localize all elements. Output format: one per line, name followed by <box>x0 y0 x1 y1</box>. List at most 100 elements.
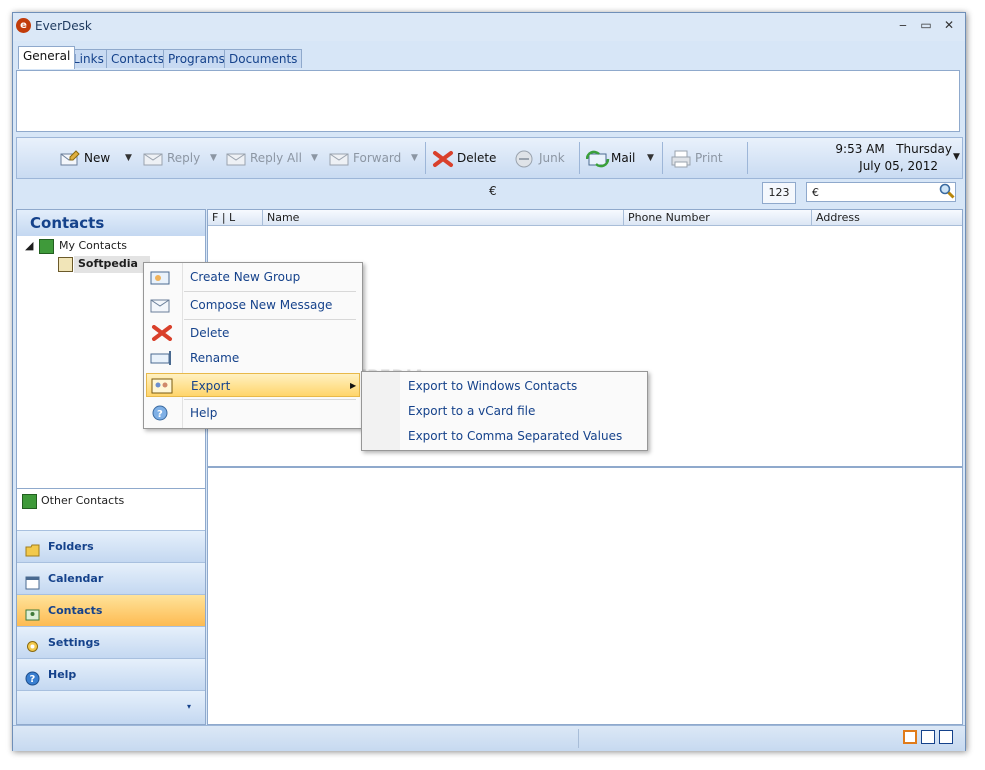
toolbar-overflow-arrow[interactable]: ▼ <box>953 152 960 162</box>
close-button[interactable]: ✕ <box>939 17 959 33</box>
menu-item-label: Create New Group <box>190 270 301 284</box>
nav-help[interactable]: ? Help <box>17 658 205 690</box>
toolbar-separator <box>579 142 580 174</box>
tree-expander-icon[interactable]: ◢ <box>25 238 33 254</box>
junk-label: Junk <box>539 151 565 165</box>
submenu-item-export-windows-contacts[interactable]: Export to Windows Contacts <box>362 374 647 398</box>
print-button[interactable]: Print <box>670 148 723 168</box>
app-logo-icon: e <box>16 18 31 33</box>
menu-item-label: Delete <box>190 326 230 340</box>
nav-overflow-arrow-icon: ▾ <box>187 702 192 711</box>
delete-button[interactable]: Delete <box>432 148 496 168</box>
printer-icon <box>670 150 692 168</box>
search-bar: € 123 € <box>16 179 961 207</box>
calendar-icon <box>25 571 40 590</box>
delete-x-icon <box>150 325 174 341</box>
tab-content-panel <box>16 70 960 132</box>
nav-overflow[interactable]: ▾ <box>17 690 205 724</box>
forward-icon <box>328 150 350 168</box>
column-header-address[interactable]: Address <box>812 210 962 225</box>
column-header-phone[interactable]: Phone Number <box>624 210 812 225</box>
nav-contacts[interactable]: Contacts <box>17 594 205 626</box>
maximize-button[interactable]: ▭ <box>916 17 936 33</box>
toolbar-separator <box>425 142 426 174</box>
contacts-pane-header: Contacts <box>17 210 205 236</box>
tab-programs[interactable]: Programs <box>163 49 230 68</box>
tab-contacts[interactable]: Contacts <box>106 49 169 68</box>
menu-item-delete[interactable]: Delete <box>144 321 362 345</box>
help-icon: ? <box>150 405 174 421</box>
junk-icon <box>514 150 536 168</box>
forward-button[interactable]: Forward <box>328 148 401 168</box>
new-button[interactable]: New <box>59 148 110 168</box>
menu-item-compose-new-message[interactable]: Compose New Message <box>144 293 362 317</box>
nav-calendar[interactable]: Calendar <box>17 562 205 594</box>
status-bar <box>13 725 965 751</box>
other-contacts-section: Other Contacts <box>17 488 205 527</box>
address-book-icon <box>39 239 54 254</box>
nav-calendar-label: Calendar <box>48 572 104 585</box>
settings-gear-icon <box>25 635 40 652</box>
other-contacts-item[interactable]: Other Contacts <box>41 493 124 509</box>
submenu-item-export-csv[interactable]: Export to Comma Separated Values <box>362 424 647 448</box>
reply-all-label: Reply All <box>250 151 302 165</box>
toolbar-separator <box>747 142 748 174</box>
forward-label: Forward <box>353 151 402 165</box>
nav-folders[interactable]: Folders <box>17 530 205 562</box>
currency-symbol-text: € <box>489 184 497 198</box>
junk-button[interactable]: Junk <box>514 148 565 168</box>
status-divider <box>578 729 579 748</box>
search-input[interactable]: € <box>806 182 956 202</box>
context-menu: Create New Group Compose New Message Del… <box>143 262 363 429</box>
tab-general[interactable]: General <box>18 46 76 69</box>
submenu-item-label: Export to a vCard file <box>408 404 536 418</box>
minimize-button[interactable]: ‒ <box>893 17 913 33</box>
nav-folders-label: Folders <box>48 540 94 553</box>
reply-button[interactable]: Reply <box>142 148 200 168</box>
menu-separator <box>184 291 356 292</box>
help-icon: ? <box>25 667 40 686</box>
nav-settings-label: Settings <box>48 636 100 649</box>
new-label: New <box>84 151 111 165</box>
menu-item-create-new-group[interactable]: Create New Group <box>144 265 362 289</box>
nav-contacts-label: Contacts <box>48 604 103 617</box>
day-text: Thursday <box>896 142 952 156</box>
compose-message-icon <box>150 297 174 313</box>
tab-documents[interactable]: Documents <box>224 49 303 68</box>
time-text: 9:53 AM <box>835 142 885 156</box>
mail-button[interactable]: Mail <box>585 148 635 168</box>
reply-dropdown-arrow[interactable]: ▼ <box>210 148 217 168</box>
date-time-display: 9:53 AM Thursday July 05, 2012 <box>807 141 952 175</box>
mail-dropdown-arrow[interactable]: ▼ <box>647 148 654 168</box>
submenu-item-label: Export to Comma Separated Values <box>408 429 623 443</box>
menu-item-export[interactable]: Export ▶ <box>146 373 360 397</box>
column-header-name[interactable]: Name <box>263 210 624 225</box>
search-icon[interactable] <box>939 183 955 202</box>
forward-dropdown-arrow[interactable]: ▼ <box>411 148 418 168</box>
delete-x-icon <box>432 150 454 168</box>
count-button[interactable]: 123 <box>762 182 796 204</box>
svg-text:?: ? <box>30 674 36 685</box>
new-message-icon <box>59 149 81 168</box>
reply-all-button[interactable]: Reply All <box>225 148 302 168</box>
column-header-fl[interactable]: F | L <box>208 210 263 225</box>
tree-item-my-contacts[interactable]: My Contacts <box>59 238 127 254</box>
reply-label: Reply <box>167 151 201 165</box>
create-group-icon <box>150 269 174 285</box>
tree-item-softpedia[interactable]: Softpedia <box>74 256 150 273</box>
layout-two-icon[interactable] <box>921 730 935 744</box>
new-dropdown-arrow[interactable]: ▼ <box>125 148 132 168</box>
menu-item-help[interactable]: ? Help <box>144 401 362 425</box>
folder-icon <box>25 539 40 557</box>
reply-all-icon <box>225 150 247 168</box>
menu-item-label: Help <box>190 406 218 420</box>
submenu-item-export-vcard[interactable]: Export to a vCard file <box>362 399 647 423</box>
toolbar: New ▼ Reply ▼ Reply All ▼ Forward ▼ Dele… <box>16 137 963 179</box>
grid-header: F | L Name Phone Number Address <box>208 210 962 226</box>
nav-settings[interactable]: Settings <box>17 626 205 658</box>
reply-all-dropdown-arrow[interactable]: ▼ <box>311 148 318 168</box>
menu-item-rename[interactable]: Rename <box>144 346 362 370</box>
layout-one-icon[interactable] <box>903 730 917 744</box>
export-submenu: Export to Windows Contacts Export to a v… <box>361 371 648 451</box>
layout-three-icon[interactable] <box>939 730 953 744</box>
